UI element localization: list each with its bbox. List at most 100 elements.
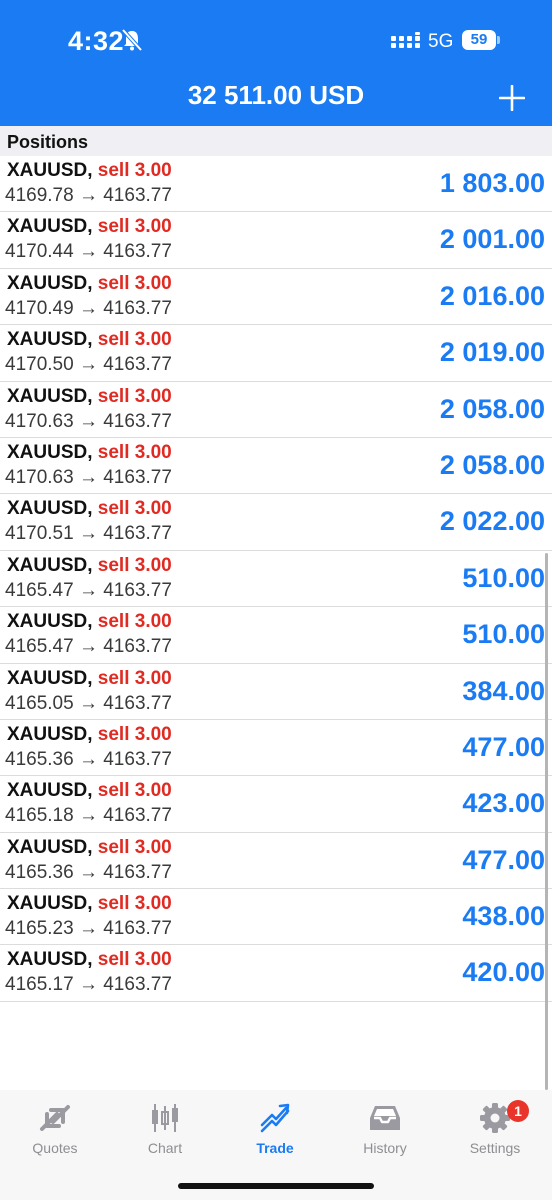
position-row[interactable]: XAUUSD, sell 3.00 4165.47 → 4163.77 510.00 (0, 551, 552, 608)
position-title: XAUUSD, sell 3.00 (7, 949, 172, 971)
position-profit: 2 058.00 (439, 449, 545, 480)
position-symbol: XAUUSD, (7, 329, 93, 351)
position-row[interactable]: XAUUSD, sell 3.00 4170.51 → 4163.77 2 022.… (0, 494, 552, 551)
candlestick-icon (152, 1104, 178, 1132)
position-title: XAUUSD, sell 3.00 (7, 442, 172, 464)
position-prices: 4165.36 → 4163.77 (5, 861, 172, 883)
position-symbol: XAUUSD, (7, 780, 93, 802)
position-title: XAUUSD, sell 3.00 (7, 668, 172, 690)
position-symbol: XAUUSD, (7, 667, 93, 689)
position-side: sell 3.00 (97, 949, 172, 971)
position-prices: 4165.17 → 4163.77 (5, 974, 172, 996)
account-balance: 32 511.00 USD (187, 80, 365, 110)
position-prices: 4170.51 → 4163.77 (5, 523, 172, 545)
position-row[interactable]: XAUUSD, sell 3.00 4170.44 → 4163.77 2 001.… (0, 212, 552, 269)
position-row[interactable]: XAUUSD, sell 3.00 4165.36 → 4163.77 477.00 (0, 720, 552, 777)
position-side: sell 3.00 (97, 893, 172, 915)
position-row[interactable]: XAUUSD, sell 3.00 4165.05 → 4163.77 384.00 (0, 664, 552, 720)
position-title: XAUUSD, sell 3.00 (7, 555, 172, 577)
position-side: sell 3.00 (97, 667, 172, 689)
position-row[interactable]: XAUUSD, sell 3.00 4165.47 → 4163.77 510.00 (0, 607, 552, 664)
position-row[interactable]: XAUUSD, sell 3.00 4165.17 → 4163.77 420.00 (0, 945, 552, 1002)
position-profit: 2 019.00 (439, 337, 545, 368)
position-row[interactable]: XAUUSD, sell 3.00 4170.63 → 4163.77 2 058.… (0, 438, 552, 495)
position-title: XAUUSD, sell 3.00 (7, 386, 172, 408)
battery-nub (497, 36, 500, 44)
positions-section-header: Positions (0, 126, 552, 156)
position-row[interactable]: XAUUSD, sell 3.00 4170.49 → 4163.77 2 016.… (0, 269, 552, 326)
position-side: sell 3.00 (97, 272, 172, 294)
position-row[interactable]: XAUUSD, sell 3.00 4165.23 → 4163.77 438.00 (0, 889, 552, 946)
signal-icon (391, 32, 420, 48)
scrollbar[interactable] (545, 553, 548, 1090)
position-row[interactable]: XAUUSD, sell 3.00 4170.50 → 4163.77 2 019.… (0, 325, 552, 382)
position-prices: 4170.44 → 4163.77 (5, 241, 172, 263)
position-profit: 510.00 (462, 619, 545, 650)
position-side: sell 3.00 (97, 780, 172, 802)
tab-label: Settings (469, 1140, 521, 1156)
position-symbol: XAUUSD, (7, 216, 93, 238)
position-prices: 4165.18 → 4163.77 (5, 805, 172, 827)
position-row[interactable]: XAUUSD, sell 3.00 4170.63 → 4163.77 2 058.… (0, 382, 552, 438)
tab-settings[interactable]: 1 Settings (440, 1090, 550, 1170)
position-prices: 4165.05 → 4163.77 (5, 692, 172, 714)
position-profit: 2 022.00 (439, 506, 545, 537)
position-symbol: XAUUSD, (7, 272, 93, 294)
battery-indicator: 59 (462, 30, 496, 50)
inbox-tray-icon (370, 1106, 400, 1130)
position-symbol: XAUUSD, (7, 949, 93, 971)
quotes-icon (40, 1105, 70, 1131)
tab-label: Chart (147, 1140, 183, 1156)
position-prices: 4169.78 → 4163.77 (5, 185, 172, 206)
position-symbol: XAUUSD, (7, 385, 93, 407)
position-side: sell 3.00 (97, 216, 172, 238)
position-side: sell 3.00 (97, 441, 172, 463)
position-prices: 4170.50 → 4163.77 (5, 354, 172, 376)
plus-icon[interactable] (499, 85, 525, 111)
position-side: sell 3.00 (97, 160, 172, 181)
position-title: XAUUSD, sell 3.00 (7, 160, 172, 182)
position-prices: 4170.63 → 4163.77 (5, 410, 172, 432)
position-row[interactable]: XAUUSD, sell 3.00 4165.36 → 4163.77 477.00 (0, 833, 552, 890)
position-symbol: XAUUSD, (7, 160, 93, 181)
position-side: sell 3.00 (97, 329, 172, 351)
position-symbol: XAUUSD, (7, 836, 93, 858)
tab-trade[interactable]: Trade (220, 1090, 330, 1170)
position-prices: 4165.47 → 4163.77 (5, 579, 172, 601)
tab-history[interactable]: History (330, 1090, 440, 1170)
trade-screen: 4:32 5G 59 32 511.00 USD Positions XAUUS… (0, 0, 552, 1200)
position-side: sell 3.00 (97, 723, 172, 745)
tab-label: Trade (256, 1140, 294, 1156)
position-title: XAUUSD, sell 3.00 (7, 611, 172, 633)
position-profit: 2 058.00 (439, 393, 545, 424)
home-indicator[interactable] (178, 1183, 374, 1189)
position-title: XAUUSD, sell 3.00 (7, 329, 172, 351)
position-title: XAUUSD, sell 3.00 (7, 837, 172, 859)
position-prices: 4165.36 → 4163.77 (5, 748, 172, 770)
position-profit: 1 803.00 (439, 168, 545, 198)
position-title: XAUUSD, sell 3.00 (7, 780, 172, 802)
position-row[interactable]: XAUUSD, sell 3.00 4165.18 → 4163.77 423.00 (0, 776, 552, 833)
tab-label: History (363, 1140, 407, 1156)
position-prices: 4170.63 → 4163.77 (5, 466, 172, 488)
tab-quotes[interactable]: Quotes (0, 1090, 110, 1170)
tab-chart[interactable]: Chart (110, 1090, 220, 1170)
position-profit: 510.00 (462, 562, 545, 593)
position-prices: 4170.49 → 4163.77 (5, 297, 172, 319)
position-title: XAUUSD, sell 3.00 (7, 724, 172, 746)
position-profit: 2 001.00 (439, 224, 545, 255)
position-side: sell 3.00 (97, 836, 172, 858)
positions-list: XAUUSD, sell 3.00 4169.78 → 4163.77 1 803.… (0, 156, 552, 1002)
position-profit: 423.00 (462, 788, 545, 819)
status-time: 4:32 (68, 26, 125, 56)
position-title: XAUUSD, sell 3.00 (7, 273, 172, 295)
position-row[interactable]: XAUUSD, sell 3.00 4169.78 → 4163.77 1 803.… (0, 156, 552, 213)
position-symbol: XAUUSD, (7, 498, 93, 520)
position-symbol: XAUUSD, (7, 611, 93, 633)
gear-icon (480, 1103, 510, 1133)
position-profit: 2 016.00 (439, 280, 545, 311)
position-profit: 477.00 (462, 731, 545, 762)
position-symbol: XAUUSD, (7, 723, 93, 745)
position-symbol: XAUUSD, (7, 441, 93, 463)
position-title: XAUUSD, sell 3.00 (7, 893, 172, 915)
